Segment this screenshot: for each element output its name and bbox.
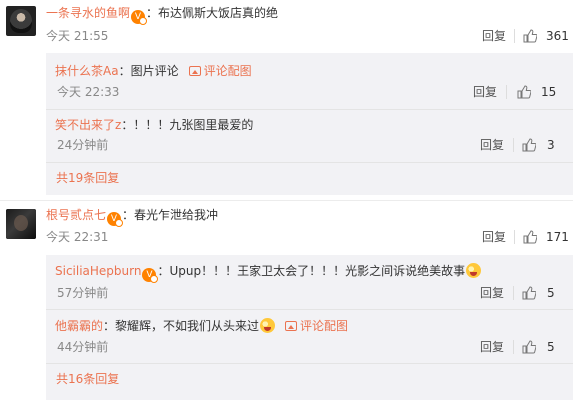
vip-badge-icon: V <box>142 268 159 283</box>
emoji-icon <box>466 263 482 278</box>
image-icon <box>285 321 298 331</box>
reply-list: SiciliaHepburn V ：Upup！！！王家卫太会了！！！光影之间诉说绝美… <box>46 255 573 400</box>
like-icon[interactable] <box>522 138 536 152</box>
like-icon[interactable] <box>517 85 531 99</box>
image-icon <box>188 66 201 76</box>
reply-button[interactable]: 回复 <box>480 137 504 153</box>
username-link[interactable]: SiciliaHepburn <box>55 264 141 278</box>
username-link[interactable]: 根号贰点七 <box>46 208 106 222</box>
reply-text: 抹什么茶Aa：图片评论 评论配图 <box>55 64 252 78</box>
reply-button[interactable]: 回复 <box>480 285 504 301</box>
vip-badge-icon: V <box>107 212 124 227</box>
username-link[interactable]: 他霸霸的 <box>55 319 103 333</box>
reply-button[interactable]: 回复 <box>482 229 506 245</box>
reply-button[interactable]: 回复 <box>473 84 497 100</box>
reply-button[interactable]: 回复 <box>482 28 506 44</box>
like-count: 5 <box>547 286 555 300</box>
reply-time: 57分钟前 <box>57 286 109 300</box>
divider <box>46 309 573 310</box>
more-replies-link[interactable]: 共19条回复 <box>56 170 119 186</box>
divider <box>513 138 514 152</box>
username-link[interactable]: 一条寻水的鱼啊 <box>46 6 130 20</box>
comment-time: 今天 21:55 <box>46 29 109 43</box>
divider <box>46 363 573 364</box>
like-count: 361 <box>546 29 569 43</box>
like-icon[interactable] <box>522 340 536 354</box>
like-count: 5 <box>547 340 555 354</box>
reply-text: SiciliaHepburn V ：Upup！！！王家卫太会了！！！光影之间诉说绝美… <box>55 263 482 283</box>
divider <box>513 340 514 354</box>
vip-badge-icon: V <box>131 10 148 25</box>
comment-image-link[interactable]: 评论配图 <box>204 64 252 78</box>
reply-time: 24分钟前 <box>57 138 109 152</box>
like-count: 171 <box>546 230 569 244</box>
reply-text: 他霸霸的：黎耀辉，不如我们从头来过 评论配图 <box>55 318 349 333</box>
username-link[interactable]: 抹什么茶Aa <box>55 64 119 78</box>
divider <box>514 29 515 43</box>
divider <box>513 286 514 300</box>
comment-text: 根号贰点七 V ：春光乍泄给我冲 <box>46 208 219 227</box>
comment-time: 今天 22:31 <box>46 230 109 244</box>
divider <box>506 85 507 99</box>
emoji-icon <box>260 318 276 333</box>
like-icon[interactable] <box>523 29 537 43</box>
reply-text: 笑不出来了z：！！！九张图里最爱的 <box>55 118 254 132</box>
divider <box>514 230 515 244</box>
comment-image-link[interactable]: 评论配图 <box>300 319 348 333</box>
like-icon[interactable] <box>522 286 536 300</box>
comment-item: 一条寻水的鱼啊 V ：布达佩斯大饭店真的绝 今天 21:55 回复 361 抹什么茶… <box>0 0 573 195</box>
reply-time: 44分钟前 <box>57 340 109 354</box>
comment-item: 根号贰点七 V ：春光乍泄给我冲 今天 22:31 回复 171 SiciliaHe… <box>0 200 573 400</box>
reply-list: 抹什么茶Aa：图片评论 评论配图 今天 22:33 回复 15 笑不出来了z：！！… <box>46 53 573 195</box>
avatar[interactable] <box>6 209 36 239</box>
comment-text: 一条寻水的鱼啊 V ：布达佩斯大饭店真的绝 <box>46 6 279 25</box>
reply-button[interactable]: 回复 <box>480 339 504 355</box>
username-link[interactable]: 笑不出来了z <box>55 118 121 132</box>
more-replies-link[interactable]: 共16条回复 <box>56 371 119 387</box>
like-count: 3 <box>547 138 555 152</box>
like-count: 15 <box>541 85 557 99</box>
divider <box>46 162 573 163</box>
avatar[interactable] <box>6 6 36 36</box>
reply-time: 今天 22:33 <box>57 85 120 99</box>
like-icon[interactable] <box>523 230 537 244</box>
divider <box>46 109 573 110</box>
